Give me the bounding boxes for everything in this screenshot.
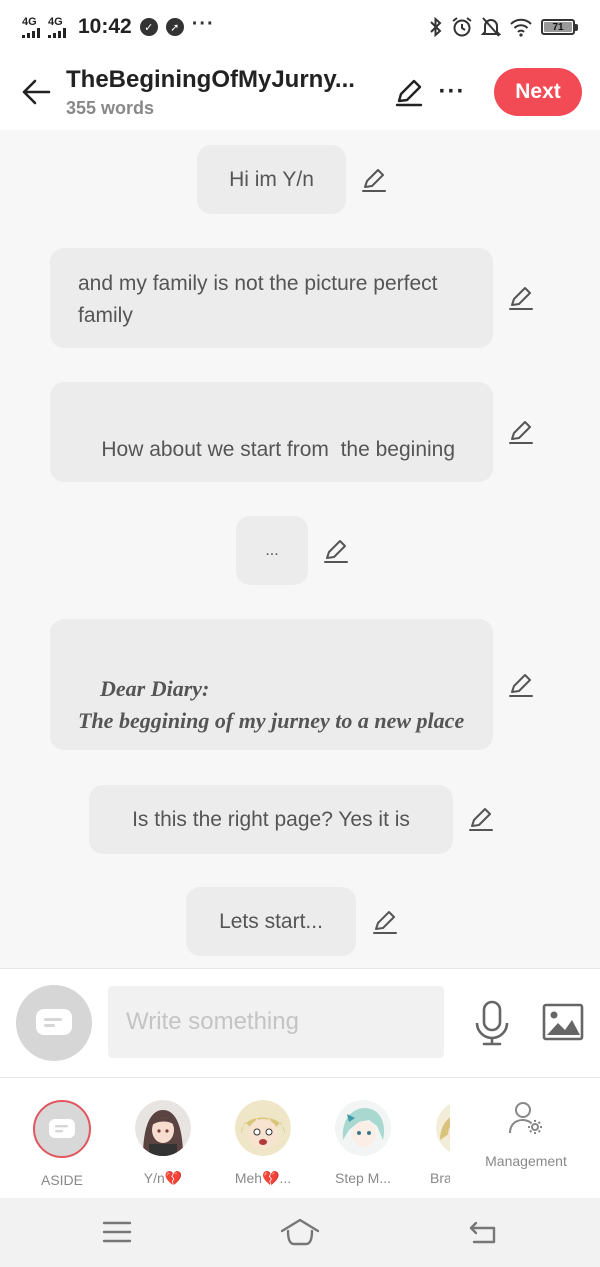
story-header: TheBeginingOfMyJurny... 355 words ··· Ne… [0, 54, 600, 130]
pencil-icon [362, 169, 386, 192]
message-bubble[interactable]: and my family is not the picture perfect… [50, 248, 493, 348]
message-bubble[interactable]: Hi im Y/n [197, 145, 346, 214]
pencil-icon [509, 287, 533, 310]
wifi-icon [510, 18, 532, 37]
character-name: Step M... [334, 1170, 392, 1186]
system-nav-bar [0, 1198, 600, 1267]
alarm-icon [452, 17, 472, 37]
avatar [235, 1100, 291, 1156]
story-title: TheBeginingOfMyJurny... [66, 65, 355, 93]
edit-message-button[interactable] [507, 284, 535, 312]
edit-message-button[interactable] [467, 805, 495, 833]
edit-message-button[interactable] [371, 908, 399, 936]
menu-nav-button[interactable] [97, 1216, 137, 1248]
compass-icon: ➚ [165, 18, 184, 36]
management-button[interactable]: Management [472, 1100, 580, 1169]
pencil-icon [395, 79, 423, 107]
character-aside[interactable]: ASIDE [22, 1100, 102, 1188]
edit-message-button[interactable] [507, 418, 535, 446]
character-step-m[interactable]: Step M... [323, 1100, 403, 1186]
signal-bars-icon [22, 27, 40, 38]
pencil-icon [324, 540, 348, 563]
pencil-icon [469, 808, 493, 831]
bell-off-icon [481, 17, 501, 37]
battery-level: 71 [544, 22, 572, 33]
signal-bars-icon [48, 27, 66, 38]
back-button[interactable] [18, 74, 54, 110]
character-name: Meh💔... [234, 1170, 292, 1186]
check-icon: ✓ [139, 18, 158, 36]
voice-input-button[interactable] [472, 999, 512, 1047]
signal-indicator-2: 4G [48, 15, 66, 38]
signal-indicator-1: 4G [22, 15, 40, 38]
arrow-left-icon [22, 79, 51, 105]
avatar [436, 1100, 450, 1156]
message-text: How about we start from the begining [101, 438, 456, 461]
message-text: and my family is not the picture perfect… [78, 272, 438, 327]
message-bubble[interactable]: ... [236, 516, 308, 585]
management-label: Management [485, 1153, 567, 1169]
avatar [335, 1100, 391, 1156]
message-text: Is this the right page? Yes it is [132, 808, 410, 831]
network-type: 4G [48, 15, 63, 28]
word-count: 355 words [66, 97, 155, 118]
chat-bubble-icon [36, 1009, 72, 1035]
bluetooth-icon [430, 17, 442, 37]
user-settings-icon [509, 1102, 542, 1134]
message-text: Hi im Y/n [229, 168, 314, 191]
message-input[interactable] [108, 986, 444, 1058]
home-icon [280, 1218, 320, 1246]
back-nav-button[interactable] [463, 1216, 503, 1248]
network-type: 4G [22, 15, 37, 28]
message-text: Lets start... [219, 910, 323, 933]
title-block[interactable]: TheBeginingOfMyJurny... 355 words [66, 66, 384, 119]
return-icon [469, 1221, 496, 1244]
edit-title-button[interactable] [392, 75, 426, 109]
more-options-button[interactable]: ··· [438, 77, 466, 107]
character-bar: ASIDE Y/n💔 Meh💔... Step M... Bra Managem… [0, 1078, 600, 1198]
pencil-icon [509, 674, 533, 697]
battery-icon: 71 [541, 19, 578, 35]
edit-message-button[interactable] [507, 671, 535, 699]
avatar [135, 1100, 191, 1156]
pencil-icon [509, 421, 533, 444]
microphone-icon [475, 1000, 509, 1046]
character-yn[interactable]: Y/n💔 [123, 1100, 203, 1187]
character-bra[interactable]: Bra [422, 1100, 450, 1186]
edit-message-button[interactable] [322, 537, 350, 565]
message-bubble[interactable]: How about we start from the begining [50, 382, 493, 482]
insert-image-button[interactable] [542, 1003, 584, 1041]
home-nav-button[interactable] [280, 1216, 320, 1248]
message-text: Dear Diary: The beggining of my jurney t… [78, 676, 465, 733]
status-overflow: ··· [191, 12, 215, 35]
compose-bar [0, 968, 600, 1078]
character-name: Bra [430, 1170, 450, 1186]
status-bar: 4G 4G 10:42 ✓ ➚ ··· 71 [0, 0, 600, 54]
message-bubble[interactable]: Lets start... [186, 887, 356, 956]
character-meh[interactable]: Meh💔... [223, 1100, 303, 1187]
image-icon [542, 1003, 584, 1041]
clock: 10:42 [78, 15, 132, 38]
character-name: ASIDE [40, 1172, 83, 1188]
next-button[interactable]: Next [494, 68, 582, 116]
pencil-icon [373, 911, 397, 934]
aside-avatar [33, 1100, 91, 1158]
menu-icon [102, 1221, 132, 1243]
aside-toggle-button[interactable] [16, 985, 92, 1061]
message-text: ... [265, 542, 279, 559]
edit-message-button[interactable] [360, 166, 388, 194]
message-bubble[interactable]: Is this the right page? Yes it is [89, 785, 453, 854]
chat-bubble-icon [49, 1119, 75, 1138]
character-name: Y/n💔 [143, 1170, 183, 1186]
message-bubble[interactable]: Dear Diary: The beggining of my jurney t… [50, 619, 493, 750]
